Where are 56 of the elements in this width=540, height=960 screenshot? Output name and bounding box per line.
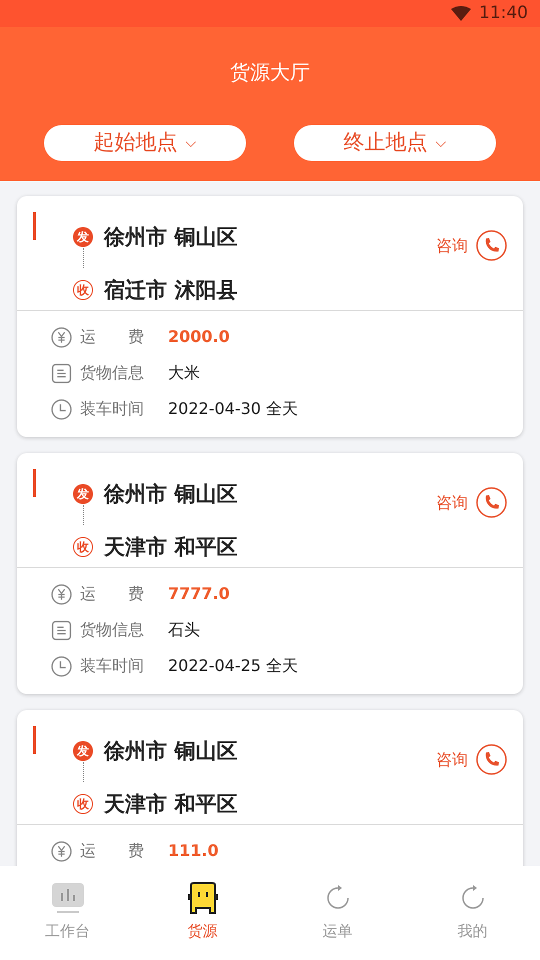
consult-button[interactable]: 咨询 bbox=[436, 487, 507, 518]
accent-bar bbox=[33, 469, 36, 497]
origin-marker: 发 bbox=[73, 740, 93, 760]
detail-value: 2022-04-30 全天 bbox=[168, 398, 298, 420]
tab-item[interactable]: 工作台 bbox=[0, 866, 135, 960]
detail-label: 运 费 bbox=[80, 584, 144, 603]
detail-label: 货物信息 bbox=[80, 363, 144, 382]
detail-value: 2022-04-25 全天 bbox=[168, 655, 298, 677]
yen-icon bbox=[51, 326, 72, 348]
destination-city: 天津市 和平区 bbox=[104, 790, 238, 818]
accent-bar bbox=[33, 726, 36, 754]
detail-label: 运 费 bbox=[80, 327, 144, 346]
yen-icon bbox=[51, 584, 72, 604]
origin-city: 徐州市 铜山区 bbox=[104, 224, 238, 250]
cargo-card[interactable]: 发 徐州市 铜山区 收 天津市 和平区 咨询 运 费 7777.0 货物信息 石头 装车时间 2022-04-25 全天 bbox=[17, 453, 523, 694]
detail-label: 装车时间 bbox=[80, 399, 144, 418]
freight-price: 7777.0 bbox=[168, 583, 230, 605]
detail-label: 货物信息 bbox=[80, 620, 144, 639]
phone-icon bbox=[476, 230, 507, 261]
origin-city: 徐州市 铜山区 bbox=[104, 738, 238, 764]
clock-icon bbox=[51, 656, 72, 676]
location-dropdown[interactable]: 起始地点 ⌵ bbox=[44, 125, 246, 161]
origin-city: 徐州市 铜山区 bbox=[104, 480, 238, 508]
destination-marker: 收 bbox=[73, 280, 93, 300]
phone-icon bbox=[476, 744, 507, 775]
page-title: 货源大厅 bbox=[230, 60, 310, 84]
destination-marker: 收 bbox=[73, 794, 93, 814]
document-icon bbox=[51, 362, 72, 384]
tab-item[interactable]: 我的 bbox=[405, 866, 540, 960]
cargo-card[interactable]: 发 徐州市 铜山区 收 宿迁市 沭阳县 咨询 运 费 2000.0 货物信息 大米 装车时间 2022-04-30 全天 bbox=[17, 196, 523, 437]
tab-item[interactable]: 运单 bbox=[270, 866, 405, 960]
accent-bar bbox=[33, 212, 36, 240]
detail-label: 装车时间 bbox=[80, 656, 144, 675]
consult-button[interactable]: 咨询 bbox=[436, 230, 507, 261]
destination-marker: 收 bbox=[73, 536, 93, 556]
destination-city: 宿迁市 沭阳县 bbox=[104, 276, 238, 304]
tab-item[interactable]: 货源 bbox=[135, 866, 270, 960]
origin-marker: 发 bbox=[73, 484, 93, 504]
document-icon bbox=[51, 620, 72, 640]
detail-value: 大米 bbox=[168, 362, 200, 384]
origin-marker: 发 bbox=[73, 226, 93, 246]
cargo-icon bbox=[186, 882, 220, 914]
clock: 11:40 bbox=[479, 2, 528, 25]
location-dropdown[interactable]: 终止地点 ⌵ bbox=[294, 125, 496, 161]
cargo-card[interactable]: 发 徐州市 铜山区 收 天津市 和平区 咨询 运 费 111.0 bbox=[17, 710, 523, 867]
consult-button[interactable]: 咨询 bbox=[436, 744, 507, 775]
chart-icon bbox=[52, 882, 84, 914]
wifi-icon bbox=[451, 6, 471, 21]
phone-icon bbox=[476, 487, 507, 518]
yen-icon bbox=[51, 840, 72, 862]
destination-city: 天津市 和平区 bbox=[104, 534, 238, 560]
freight-price: 111.0 bbox=[168, 840, 219, 862]
freight-price: 2000.0 bbox=[168, 326, 230, 348]
clock-icon bbox=[51, 398, 72, 420]
detail-label: 运 费 bbox=[80, 841, 144, 860]
detail-value: 石头 bbox=[168, 619, 200, 641]
